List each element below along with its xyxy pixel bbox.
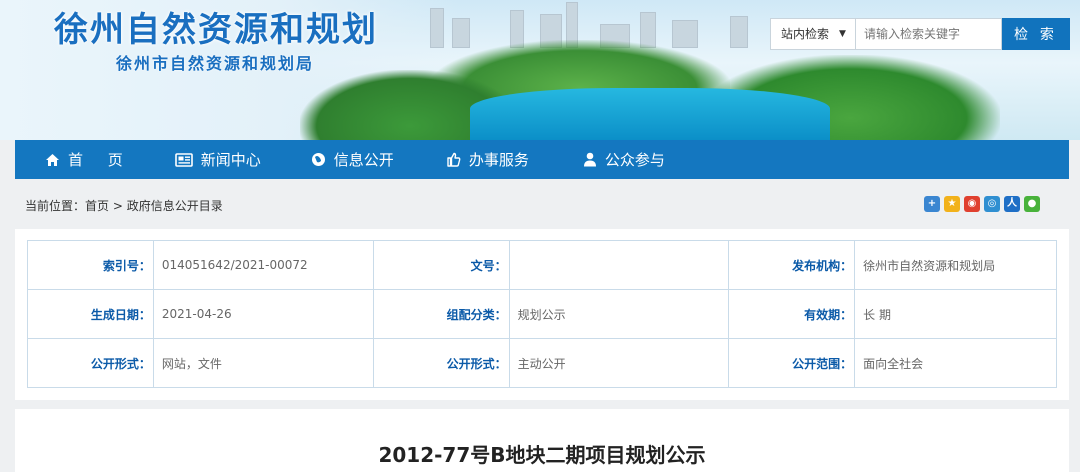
site-subtitle: 徐州市自然资源和规划局 bbox=[116, 54, 315, 73]
nav-item-label: 首 页 bbox=[68, 151, 133, 169]
nav-item-participation[interactable]: 公众参与 bbox=[583, 140, 665, 179]
meta-value bbox=[508, 240, 730, 290]
meta-label: 公开范围： bbox=[728, 338, 856, 388]
search-button[interactable]: 检 索 bbox=[1002, 18, 1070, 50]
share-bar: + ★ ◉ ◎ 人 ● bbox=[924, 196, 1040, 212]
meta-value: 014051642/2021-00072 bbox=[152, 240, 374, 290]
qzone-icon[interactable]: ★ bbox=[944, 196, 960, 212]
info-meta-panel: 索引号： 014051642/2021-00072 文号： 发布机构： 徐州市自… bbox=[15, 229, 1069, 400]
thumbs-up-icon bbox=[446, 152, 461, 167]
main-nav: 首 页 新闻中心 信息公开 办事服务 公众参与 bbox=[15, 140, 1069, 179]
meta-label: 组配分类： bbox=[372, 289, 510, 339]
search-bar: 站内检索 ▼ 检 索 bbox=[770, 18, 1070, 50]
nav-item-info-disclosure[interactable]: 信息公开 bbox=[311, 140, 394, 179]
meta-value: 主动公开 bbox=[508, 338, 730, 388]
newspaper-icon bbox=[174, 152, 193, 167]
meta-value: 规划公示 bbox=[508, 289, 730, 339]
meta-label: 文号： bbox=[372, 240, 510, 290]
caret-down-icon: ▼ bbox=[839, 29, 846, 39]
meta-label: 发布机构： bbox=[728, 240, 856, 290]
breadcrumb-link-home[interactable]: 首页 bbox=[85, 199, 109, 213]
banner-lake bbox=[470, 88, 830, 140]
article-title: 2012-77号B地块二期项目规划公示 bbox=[378, 443, 706, 467]
meta-label: 有效期： bbox=[728, 289, 856, 339]
search-scope-label: 站内检索 bbox=[781, 27, 830, 41]
search-scope-select[interactable]: 站内检索 ▼ bbox=[770, 18, 856, 50]
nav-item-news[interactable]: 新闻中心 bbox=[174, 140, 261, 179]
breadcrumb-prefix: 当前位置： bbox=[25, 199, 86, 213]
nav-item-label: 信息公开 bbox=[333, 151, 394, 169]
table-row: 索引号： 014051642/2021-00072 文号： 发布机构： 徐州市自… bbox=[27, 240, 1057, 290]
meta-value: 徐州市自然资源和规划局 bbox=[854, 240, 1057, 290]
nav-item-home[interactable]: 首 页 bbox=[45, 140, 133, 179]
breadcrumb-link-catalog[interactable]: 政府信息公开目录 bbox=[127, 199, 223, 213]
nav-item-services[interactable]: 办事服务 bbox=[446, 140, 529, 179]
nav-item-label: 公众参与 bbox=[604, 151, 665, 169]
info-meta-table: 索引号： 014051642/2021-00072 文号： 发布机构： 徐州市自… bbox=[27, 240, 1057, 388]
meta-value: 2021-04-26 bbox=[152, 289, 374, 339]
article-panel: 2012-77号B地块二期项目规划公示 bbox=[15, 409, 1069, 472]
nav-item-label: 办事服务 bbox=[468, 151, 529, 169]
meta-value: 网站，文件 bbox=[152, 338, 374, 388]
meta-label: 公开形式： bbox=[27, 338, 154, 388]
breadcrumb-separator: > bbox=[112, 199, 123, 213]
nav-item-label: 新闻中心 bbox=[200, 151, 261, 169]
table-row: 公开形式： 网站，文件 公开形式： 主动公开 公开范围： 面向全社会 bbox=[27, 338, 1057, 388]
meta-label: 生成日期： bbox=[27, 289, 154, 339]
tencent-weibo-icon[interactable]: ◎ bbox=[984, 196, 1000, 212]
plus-share-icon[interactable]: + bbox=[924, 196, 940, 212]
breadcrumb: 当前位置：首页 > 政府信息公开目录 bbox=[25, 197, 223, 214]
meta-label: 索引号： bbox=[27, 240, 154, 290]
home-icon bbox=[45, 153, 60, 167]
weibo-icon[interactable]: ◉ bbox=[964, 196, 980, 212]
search-input[interactable] bbox=[856, 18, 1002, 50]
table-row: 生成日期： 2021-04-26 组配分类： 规划公示 有效期： 长 期 bbox=[27, 289, 1057, 339]
meta-value: 面向全社会 bbox=[854, 338, 1057, 388]
globe-icon bbox=[311, 152, 326, 167]
user-icon bbox=[583, 152, 597, 167]
banner-building bbox=[730, 16, 748, 48]
meta-value: 长 期 bbox=[854, 289, 1057, 339]
site-title: 徐州自然资源和规划 bbox=[54, 10, 378, 50]
meta-label: 公开形式： bbox=[372, 338, 510, 388]
wechat-icon[interactable]: ● bbox=[1024, 196, 1040, 212]
renren-icon[interactable]: 人 bbox=[1004, 196, 1020, 212]
